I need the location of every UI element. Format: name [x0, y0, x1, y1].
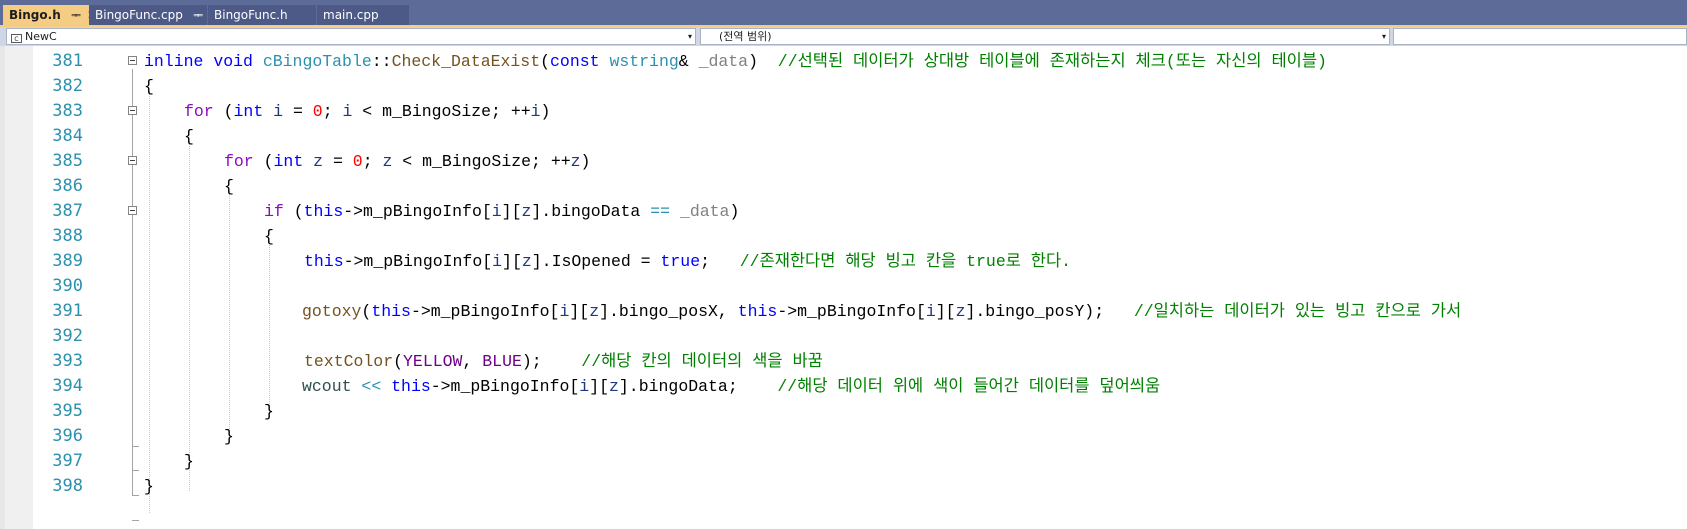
code-line[interactable]: 397 } — [0, 449, 1687, 474]
line-number: 386 — [52, 176, 83, 196]
line-number: 392 — [52, 326, 83, 346]
line-number: 396 — [52, 426, 83, 446]
line-number: 395 — [52, 401, 83, 421]
code-line[interactable]: 389 this->m_pBingoInfo[i][z].IsOpened = … — [0, 249, 1687, 274]
member-dropdown[interactable] — [1393, 28, 1687, 45]
code-editor[interactable]: 381 inline void cBingoTable::Check_DataE… — [0, 46, 1687, 529]
code-line[interactable]: 383 for (int i = 0; i < m_BingoSize; ++i… — [0, 99, 1687, 124]
code-line[interactable]: 384 { — [0, 124, 1687, 149]
line-number: 394 — [52, 376, 83, 396]
collapse-icon[interactable] — [128, 206, 137, 215]
tab-bingofunc-cpp[interactable]: BingoFunc.cpp ᆍ — [89, 5, 207, 25]
code-line[interactable]: 394 wcout << this->m_pBingoInfo[i][z].bi… — [0, 374, 1687, 399]
tab-bingofunc-h[interactable]: BingoFunc.h — [208, 5, 316, 25]
document-tab-strip: Bingo.hᆍ✕ BingoFunc.cppᆍ BingoFunc.h mai… — [0, 0, 1687, 25]
line-number: 384 — [52, 126, 83, 146]
code-line[interactable]: 388 { — [0, 224, 1687, 249]
code-text: this->m_pBingoInfo[i][z].IsOpened = true… — [304, 252, 1072, 271]
code-line[interactable]: 398 } — [0, 474, 1687, 499]
code-text: inline void cBingoTable::Check_DataExist… — [144, 52, 1327, 71]
line-number: 381 — [52, 51, 83, 71]
line-number: 382 — [52, 76, 83, 96]
line-number: 390 — [52, 276, 83, 296]
chevron-down-icon[interactable]: ▾ — [688, 29, 692, 44]
scope-dropdown[interactable]: (전역 범위) ▾ — [700, 28, 1390, 45]
code-line[interactable]: 390 — [0, 274, 1687, 299]
code-text: for (int i = 0; i < m_BingoSize; ++i) — [184, 102, 551, 121]
code-text: } — [264, 402, 274, 421]
code-text: } — [184, 452, 194, 471]
code-text: { — [264, 227, 274, 246]
code-line[interactable]: 387 if (this->m_pBingoInfo[i][z].bingoDa… — [0, 199, 1687, 224]
tab-label: Bingo.h — [9, 8, 61, 22]
outline-end — [132, 520, 139, 521]
code-text: { — [144, 77, 154, 96]
code-line[interactable]: 385 for (int z = 0; z < m_BingoSize; ++z… — [0, 149, 1687, 174]
line-number: 389 — [52, 251, 83, 271]
collapse-icon[interactable] — [128, 156, 137, 165]
code-line[interactable]: 391 gotoxy(this->m_pBingoInfo[i][z].bing… — [0, 299, 1687, 324]
chevron-down-icon[interactable]: ▾ — [1382, 29, 1386, 44]
code-line[interactable]: 393 textColor(YELLOW, BLUE); //해당 칸의 데이터… — [0, 349, 1687, 374]
navigation-bar: C NewC ▾ (전역 범위) ▾ — [0, 27, 1687, 46]
collapse-icon[interactable] — [128, 56, 137, 65]
line-number: 385 — [52, 151, 83, 171]
project-icon: C — [11, 34, 22, 43]
project-dropdown[interactable]: C NewC ▾ — [6, 28, 696, 45]
code-text: { — [224, 177, 234, 196]
tab-main-cpp[interactable]: main.cpp — [317, 5, 409, 25]
code-text: if (this->m_pBingoInfo[i][z].bingoData =… — [264, 202, 740, 221]
code-line[interactable]: 395 } — [0, 399, 1687, 424]
line-number: 388 — [52, 226, 83, 246]
code-line[interactable]: 396 } — [0, 424, 1687, 449]
code-text: { — [184, 127, 194, 146]
code-line[interactable]: 381 inline void cBingoTable::Check_DataE… — [0, 49, 1687, 74]
tab-bingo-h[interactable]: Bingo.hᆍ✕ — [3, 5, 89, 25]
line-number: 393 — [52, 351, 83, 371]
code-text: for (int z = 0; z < m_BingoSize; ++z) — [224, 152, 591, 171]
code-text: } — [224, 427, 234, 446]
scope-label: (전역 범위) — [719, 30, 772, 43]
line-number: 387 — [52, 201, 83, 221]
project-name: NewC — [25, 30, 57, 43]
line-number: 391 — [52, 301, 83, 321]
code-text: textColor(YELLOW, BLUE); //해당 칸의 데이터의 색을… — [304, 352, 823, 371]
code-text: gotoxy(this->m_pBingoInfo[i][z].bingo_po… — [302, 302, 1462, 321]
tab-label: main.cpp — [323, 8, 379, 22]
line-number: 397 — [52, 451, 83, 471]
code-text: wcout << this->m_pBingoInfo[i][z].bingoD… — [302, 377, 1161, 396]
collapse-icon[interactable] — [128, 106, 137, 115]
code-line[interactable]: 386 { — [0, 174, 1687, 199]
line-number: 398 — [52, 476, 83, 496]
pin-icon[interactable]: ᆍ — [193, 9, 203, 22]
code-line[interactable]: 392 — [0, 324, 1687, 349]
pin-icon[interactable]: ᆍ — [71, 9, 81, 22]
code-line[interactable]: 382 { — [0, 74, 1687, 99]
tab-label: BingoFunc.h — [214, 8, 288, 22]
tab-label: BingoFunc.cpp — [95, 8, 183, 22]
line-number: 383 — [52, 101, 83, 121]
code-text: } — [144, 477, 154, 496]
